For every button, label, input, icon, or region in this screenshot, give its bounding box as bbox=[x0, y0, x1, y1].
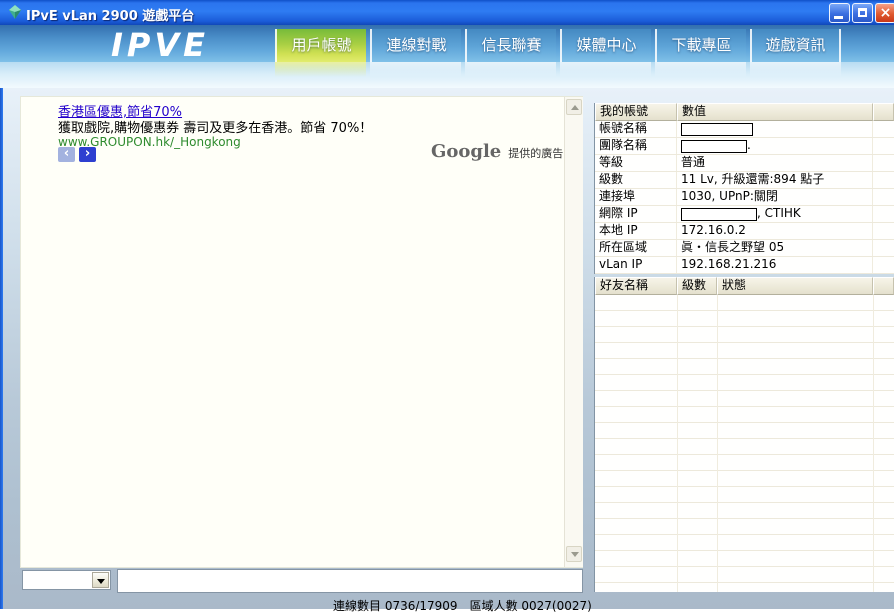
close-button[interactable]: × bbox=[875, 3, 894, 23]
ad-prev-button[interactable]: ‹ bbox=[58, 147, 75, 162]
account-row-account-name: 帳號名稱 bbox=[595, 121, 894, 138]
account-row-label: 帳號名稱 bbox=[595, 121, 677, 137]
ads-by-google-suffix: 提供的廣告 bbox=[508, 147, 564, 160]
tab-user-account[interactable]: 用戶帳號 bbox=[275, 29, 366, 62]
tab-online-battle[interactable]: 連線對戰 bbox=[370, 29, 461, 62]
column-divider bbox=[873, 295, 874, 592]
minimize-button[interactable] bbox=[829, 3, 850, 23]
friends-table: 好友名稱 級數 狀態 bbox=[594, 277, 894, 592]
account-row-local-ip: 本地 IP 172.16.0.2 bbox=[595, 223, 894, 240]
maximize-button[interactable] bbox=[852, 3, 873, 23]
account-row-extra bbox=[873, 257, 894, 273]
tab-glow-online-battle bbox=[370, 62, 461, 77]
account-row-label: 網際 IP bbox=[595, 206, 677, 222]
friends-table-header: 好友名稱 級數 狀態 bbox=[595, 277, 894, 295]
account-row-value: 11 Lv, 升級還需:894 點子 bbox=[677, 172, 873, 188]
friends-header-col2[interactable]: 狀態 bbox=[717, 277, 873, 295]
window-title: IPvE vLan 2900 遊戲平台 bbox=[26, 9, 195, 24]
tab-media-center[interactable]: 媒體中心 bbox=[560, 29, 651, 62]
minimize-icon bbox=[834, 16, 843, 19]
tab-download-zone[interactable]: 下載專區 bbox=[655, 29, 746, 62]
friends-header-col1[interactable]: 級數 bbox=[677, 277, 717, 295]
account-row-value: , CTIHK bbox=[677, 206, 873, 222]
account-header-col1[interactable]: 數值 bbox=[677, 103, 873, 121]
app-gem-icon bbox=[9, 5, 21, 19]
vertical-scrollbar[interactable] bbox=[564, 97, 583, 567]
chevron-down-icon bbox=[571, 552, 579, 557]
account-header-col2[interactable] bbox=[873, 103, 894, 121]
account-row-value: 192.168.21.216 bbox=[677, 257, 873, 273]
tab-game-info[interactable]: 遊戲資訊 bbox=[750, 29, 841, 62]
window-border-left bbox=[0, 25, 3, 609]
scroll-down-button[interactable] bbox=[566, 546, 582, 562]
chat-message-input[interactable] bbox=[117, 569, 583, 593]
account-row-extra bbox=[873, 206, 894, 222]
close-icon: × bbox=[879, 5, 892, 21]
ads-by-google-label: Google 提供的廣告 bbox=[431, 141, 563, 162]
account-row-extra bbox=[873, 189, 894, 205]
google-logo: Google bbox=[431, 141, 502, 162]
account-row-label: vLan IP bbox=[595, 257, 677, 273]
tab-glow-nobunaga-league bbox=[465, 62, 556, 77]
account-row-extra bbox=[873, 172, 894, 188]
account-row-label: 級數 bbox=[595, 172, 677, 188]
account-row-label: 等級 bbox=[595, 155, 677, 171]
account-row-label: 團隊名稱 bbox=[595, 138, 677, 154]
account-row-region: 所在區域 眞・信長之野望 05 bbox=[595, 240, 894, 257]
friends-header-col0[interactable]: 好友名稱 bbox=[595, 277, 677, 295]
account-row-extra bbox=[873, 121, 894, 137]
account-row-extra bbox=[873, 240, 894, 256]
account-row-value bbox=[677, 121, 873, 137]
account-row-vlan-ip: vLan IP 192.168.21.216 bbox=[595, 257, 894, 274]
ad-body-text: 獲取戲院,購物優惠券 壽司及更多在香港。節省 70%！ bbox=[58, 121, 373, 136]
account-row-team-name: 團隊名稱. bbox=[595, 138, 894, 155]
account-row-label: 本地 IP bbox=[595, 223, 677, 239]
friends-header-col3[interactable] bbox=[873, 277, 894, 295]
tab-nobunaga-league[interactable]: 信長聯賽 bbox=[465, 29, 556, 62]
connection-status-text: 連線數目 0736/17909 區域人數 0027(0027) bbox=[333, 599, 592, 613]
account-row-value: 172.16.0.2 bbox=[677, 223, 873, 239]
tab-glow-game-info bbox=[750, 62, 841, 77]
column-divider bbox=[717, 295, 718, 592]
account-row-label: 連接埠 bbox=[595, 189, 677, 205]
account-row-value: . bbox=[677, 138, 873, 154]
redacted-value-box bbox=[681, 207, 757, 221]
dropdown-arrow-button[interactable] bbox=[92, 572, 109, 588]
account-row-wan-ip: 網際 IP, CTIHK bbox=[595, 206, 894, 223]
tab-glow-user-account bbox=[275, 62, 366, 77]
account-row-value: 1030, UPnP:關閉 bbox=[677, 189, 873, 205]
chat-target-dropdown[interactable] bbox=[22, 570, 111, 590]
column-divider bbox=[677, 295, 678, 592]
account-row-value: 眞・信長之野望 05 bbox=[677, 240, 873, 256]
account-row-extra bbox=[873, 223, 894, 239]
account-row-port: 連接埠 1030, UPnP:關閉 bbox=[595, 189, 894, 206]
tab-glow-media-center bbox=[560, 62, 651, 77]
redacted-value-box bbox=[681, 139, 747, 153]
maximize-icon bbox=[858, 8, 867, 17]
tab-glow-download-zone bbox=[655, 62, 746, 77]
scroll-up-button[interactable] bbox=[566, 99, 582, 115]
account-row-level: 等級 普通 bbox=[595, 155, 894, 172]
title-bar[interactable]: IPvE vLan 2900 遊戲平台 × bbox=[0, 0, 894, 25]
ad-content-panel: 香港區優惠,節省70% 獲取戲院,購物優惠券 壽司及更多在香港。節省 70%！ … bbox=[20, 96, 583, 568]
account-table-header: 我的帳號 數值 bbox=[595, 103, 894, 121]
account-row-label: 所在區域 bbox=[595, 240, 677, 256]
account-row-extra bbox=[873, 138, 894, 154]
ad-next-button[interactable]: › bbox=[79, 147, 96, 162]
chevron-up-icon bbox=[571, 105, 579, 110]
friends-table-body[interactable] bbox=[595, 295, 894, 592]
account-row-value: 普通 bbox=[677, 155, 873, 171]
account-table-body: 帳號名稱 團隊名稱. 等級 普通 級數 11 Lv, 升級還需:894 點子 連接埠 1030… bbox=[595, 121, 894, 274]
account-info-table: 我的帳號 數值 帳號名稱 團隊名稱. 等級 普通 級數 11 Lv, 升級還需:894 點子… bbox=[594, 103, 894, 274]
account-header-col0[interactable]: 我的帳號 bbox=[595, 103, 677, 121]
redacted-value-box bbox=[681, 122, 753, 136]
chevron-down-icon bbox=[97, 579, 105, 584]
ipve-logo: IPVE bbox=[111, 26, 209, 64]
account-row-grade: 級數 11 Lv, 升級還需:894 點子 bbox=[595, 172, 894, 189]
account-row-extra bbox=[873, 155, 894, 171]
